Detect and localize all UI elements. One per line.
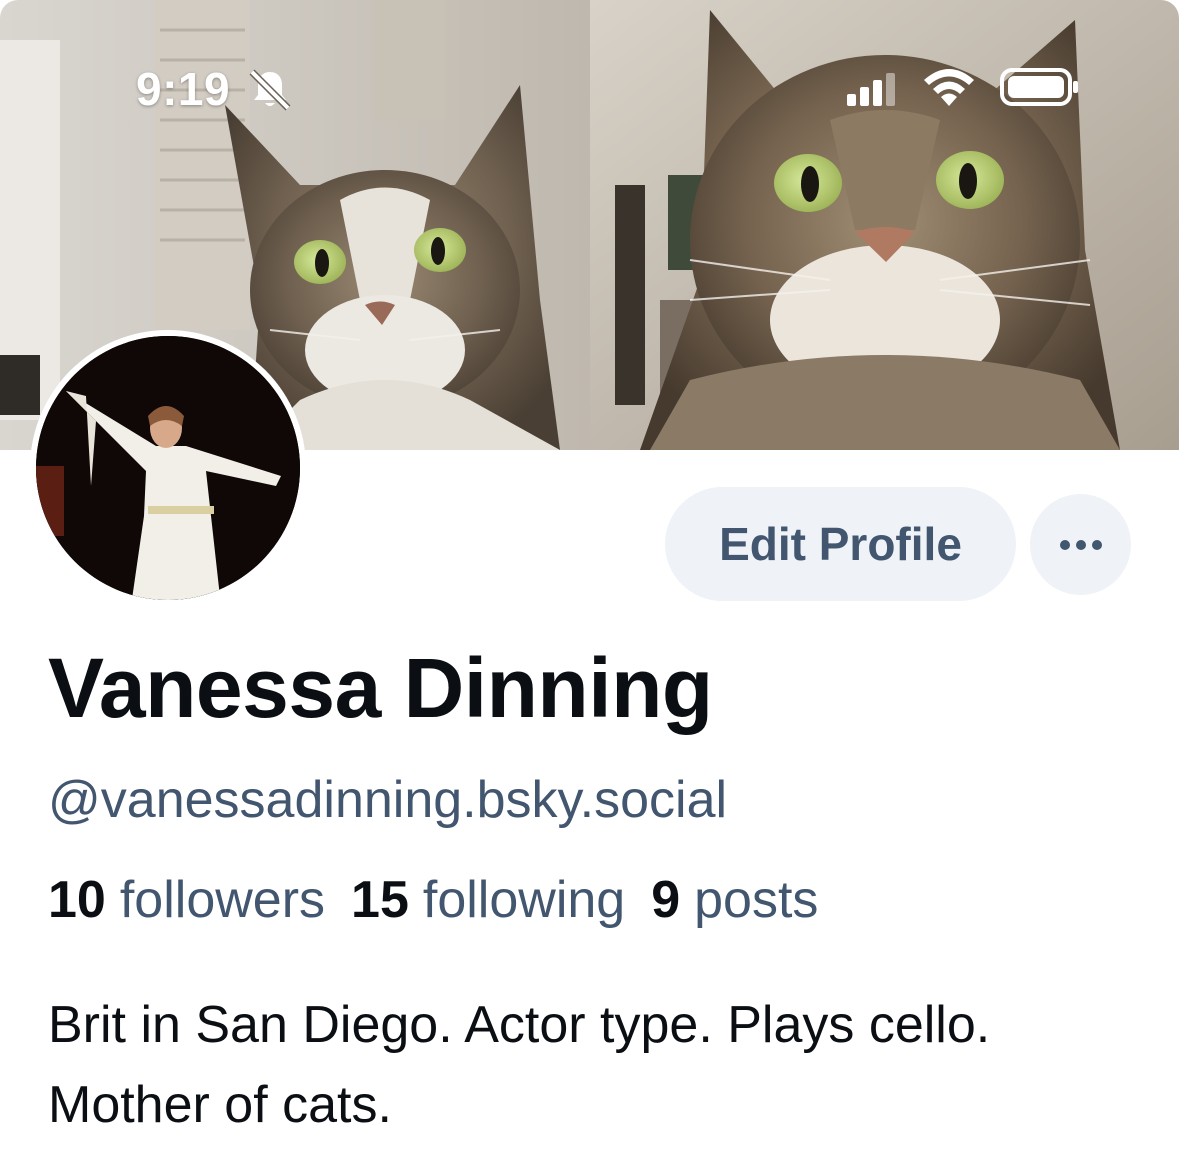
profile-stats: 10 followers 15 following 9 posts bbox=[48, 870, 844, 930]
bell-slash-icon bbox=[249, 69, 291, 111]
profile-bio: Brit in San Diego. Actor type. Plays cel… bbox=[48, 996, 991, 1134]
display-name: Vanessa Dinning bbox=[48, 641, 713, 735]
followers-label: followers bbox=[119, 871, 326, 929]
followers-count: 10 bbox=[48, 871, 106, 929]
posts-stat: 9 posts bbox=[651, 870, 818, 930]
avatar[interactable] bbox=[30, 330, 306, 606]
profile-photo bbox=[36, 336, 300, 600]
posts-count: 9 bbox=[651, 871, 681, 929]
edit-profile-button[interactable]: Edit Profile bbox=[665, 487, 1016, 601]
profile-handle: @vanessadinning.bsky.social bbox=[48, 771, 728, 829]
followers-stat[interactable]: 10 followers bbox=[48, 870, 325, 930]
cellular-signal-icon bbox=[847, 73, 895, 106]
following-stat[interactable]: 15 following bbox=[351, 870, 625, 930]
following-label: following bbox=[422, 871, 626, 929]
battery-icon bbox=[1000, 68, 1078, 106]
ellipsis-icon bbox=[1059, 539, 1102, 550]
status-time: 9:19 bbox=[136, 63, 231, 115]
profile-screen: 9:19 Edit Profile Vanessa Dinning @vanes… bbox=[0, 0, 1179, 1163]
wifi-icon bbox=[924, 69, 974, 106]
more-options-button[interactable] bbox=[1030, 494, 1131, 595]
posts-label: posts bbox=[694, 871, 819, 929]
status-bar: 9:19 bbox=[0, 0, 1179, 180]
following-count: 15 bbox=[351, 871, 409, 929]
